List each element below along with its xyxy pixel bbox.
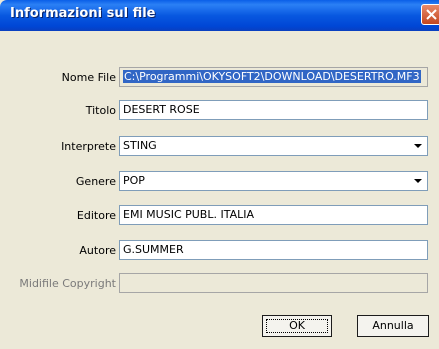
focus-rect: [266, 319, 328, 333]
interprete-select[interactable]: STING: [119, 136, 428, 156]
nome-file-field[interactable]: C:\Programmi\OKYSOFT2\DOWNLOAD\DESERTRO.…: [119, 67, 428, 87]
nome-file-value: C:\Programmi\OKYSOFT2\DOWNLOAD\DESERTRO.…: [123, 70, 421, 83]
interprete-label: Interprete: [61, 140, 116, 153]
titolo-label: Titolo: [85, 104, 116, 117]
titolo-value: DESERT ROSE: [123, 103, 200, 116]
chevron-down-icon[interactable]: [411, 174, 425, 188]
editore-field[interactable]: EMI MUSIC PUBL. ITALIA: [119, 205, 428, 225]
editore-value: EMI MUSIC PUBL. ITALIA: [123, 208, 255, 221]
close-button[interactable]: [421, 4, 439, 25]
genere-label: Genere: [75, 175, 116, 188]
genere-select[interactable]: POP: [119, 171, 428, 191]
genere-value: POP: [123, 174, 145, 187]
cancel-button[interactable]: Annulla: [357, 315, 429, 337]
dialog-window: Informazioni sul file Nome File C:\Progr…: [0, 0, 439, 349]
chevron-down-icon[interactable]: [411, 139, 425, 153]
autore-value: G.SUMMER: [123, 243, 184, 256]
titolo-field[interactable]: DESERT ROSE: [119, 100, 428, 120]
autore-label: Autore: [79, 244, 116, 257]
midifile-copyright-label: Midifile Copyright: [19, 277, 116, 290]
editore-label: Editore: [76, 209, 116, 222]
nome-file-label: Nome File: [61, 71, 116, 84]
midifile-copyright-field[interactable]: [119, 273, 428, 293]
close-icon: [426, 9, 437, 20]
window-title: Informazioni sul file: [10, 6, 156, 21]
interprete-value: STING: [123, 139, 157, 152]
ok-button[interactable]: OK: [262, 315, 332, 337]
cancel-button-label: Annulla: [372, 319, 414, 332]
title-bar[interactable]: Informazioni sul file: [0, 0, 439, 31]
autore-field[interactable]: G.SUMMER: [119, 240, 428, 260]
